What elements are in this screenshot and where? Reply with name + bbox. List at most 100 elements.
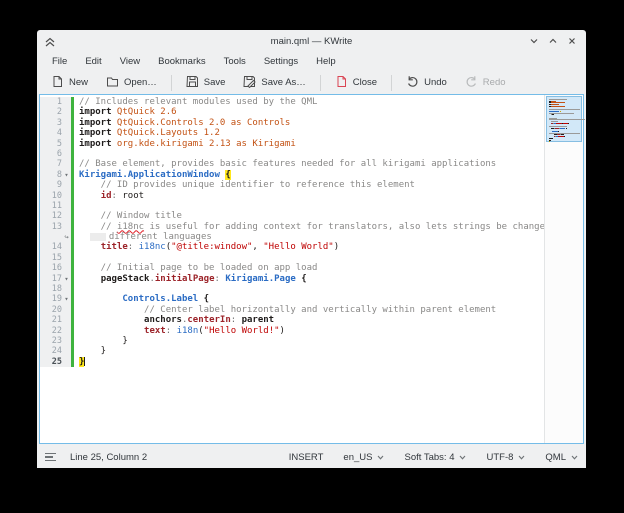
toolbar-separator xyxy=(171,75,172,91)
code-fold-icon[interactable]: ▾ xyxy=(62,294,71,304)
menu-item-view[interactable]: View xyxy=(111,54,149,69)
line-number: 6 xyxy=(40,149,62,159)
code-line[interactable]: 2import QtQuick 2.6 xyxy=(40,107,544,117)
line-number: 9 xyxy=(40,180,62,190)
code-line[interactable]: 17▾ pageStack.initialPage: Kirigami.Page… xyxy=(40,274,544,284)
line-number: 19 xyxy=(40,294,62,304)
undo-button[interactable]: Undo xyxy=(398,72,455,94)
line-number: 2 xyxy=(40,107,62,117)
dictionary-select[interactable]: en_US xyxy=(343,452,384,463)
line-number: 17 xyxy=(40,274,62,284)
code-line[interactable]: 7// Base element, provides basic feature… xyxy=(40,159,544,169)
code-line[interactable]: 21 anchors.centerIn: parent xyxy=(40,315,544,325)
window-title: main.qml — KWrite xyxy=(37,36,586,47)
code-area[interactable]: 1// Includes relevant modules used by th… xyxy=(40,95,544,443)
desktop-background: main.qml — KWrite FileEditViewBookmarksT… xyxy=(0,0,624,513)
fold-column xyxy=(62,253,71,263)
line-number: 18 xyxy=(40,284,62,294)
chevron-down-icon xyxy=(377,452,384,463)
code-line[interactable]: 14 title: i18nc("@title:window", "Hello … xyxy=(40,242,544,252)
menu-item-help[interactable]: Help xyxy=(307,54,345,69)
text-cursor xyxy=(84,357,85,366)
toolbar-button-label: Save xyxy=(204,77,226,88)
fold-column xyxy=(62,180,71,190)
code-line[interactable]: 11 xyxy=(40,201,544,211)
line-number: 4 xyxy=(40,128,62,138)
kwrite-window: main.qml — KWrite FileEditViewBookmarksT… xyxy=(37,30,586,468)
close-button[interactable]: Close xyxy=(327,72,385,94)
window-buttons xyxy=(528,35,578,47)
save-icon xyxy=(186,75,199,91)
input-mode[interactable]: INSERT xyxy=(289,452,324,463)
keep-above-icon[interactable] xyxy=(45,34,55,52)
tab-mode-select[interactable]: Soft Tabs: 4 xyxy=(404,452,466,463)
fold-column xyxy=(62,222,71,232)
code-line[interactable]: 5import org.kde.kirigami 2.13 as Kirigam… xyxy=(40,139,544,149)
editor-view[interactable]: 1// Includes relevant modules used by th… xyxy=(39,94,584,444)
minimap-visible-region[interactable] xyxy=(546,96,582,142)
line-number: 15 xyxy=(40,253,62,263)
menu-item-file[interactable]: File xyxy=(43,54,76,69)
code-line[interactable]: 18 xyxy=(40,284,544,294)
save-as-button[interactable]: Save As… xyxy=(235,72,313,94)
fold-column xyxy=(62,263,71,273)
code-line[interactable]: 9 // ID provides unique identifier to re… xyxy=(40,180,544,190)
minimap-line xyxy=(549,141,580,142)
syntax-select[interactable]: QML xyxy=(545,452,578,463)
menu-item-settings[interactable]: Settings xyxy=(255,54,307,69)
open-button[interactable]: Open… xyxy=(98,72,165,94)
scrollbar-minimap[interactable] xyxy=(544,95,583,443)
statusbar: Line 25, Column 2 INSERT en_US Soft Tabs… xyxy=(37,446,586,468)
encoding-select[interactable]: UTF-8 xyxy=(486,452,525,463)
code-line[interactable]: 13 // i18nc is useful for adding context… xyxy=(40,222,544,232)
toolview-icon[interactable] xyxy=(45,453,56,462)
minimize-button[interactable] xyxy=(528,35,540,47)
fold-column xyxy=(62,107,71,117)
code-line[interactable]: 12 // Window title xyxy=(40,211,544,221)
toolbar-button-label: New xyxy=(69,77,88,88)
code-line[interactable]: 19▾ Controls.Label { xyxy=(40,294,544,304)
new-document-icon xyxy=(51,75,64,91)
code-line[interactable]: 3import QtQuick.Controls 2.0 as Controls xyxy=(40,118,544,128)
code-line[interactable]: 15 xyxy=(40,253,544,263)
code-line[interactable]: 1// Includes relevant modules used by th… xyxy=(40,97,544,107)
fold-column xyxy=(62,315,71,325)
code-line[interactable]: 25} xyxy=(40,357,544,367)
toolbar-separator xyxy=(391,75,392,91)
code-line[interactable]: 22 text: i18n("Hello World!") xyxy=(40,326,544,336)
code-line[interactable]: 23 } xyxy=(40,336,544,346)
redo-button[interactable]: Redo xyxy=(457,72,514,94)
redo-icon xyxy=(465,75,478,91)
code-fold-icon[interactable]: ▾ xyxy=(62,274,71,284)
save-button[interactable]: Save xyxy=(178,72,234,94)
code-line[interactable]: 10 id: root xyxy=(40,191,544,201)
code-line[interactable]: 8▾Kirigami.ApplicationWindow { xyxy=(40,170,544,180)
maximize-button[interactable] xyxy=(547,35,559,47)
fold-column xyxy=(62,326,71,336)
code-fold-icon[interactable]: ▾ xyxy=(62,170,71,180)
code-line[interactable]: 20 // Center label horizontally and vert… xyxy=(40,305,544,315)
code-line[interactable]: 24 } xyxy=(40,346,544,356)
code-line[interactable]: 6 xyxy=(40,149,544,159)
toolbar-button-label: Close xyxy=(353,77,377,88)
line-number: 7 xyxy=(40,159,62,169)
fold-column xyxy=(62,128,71,138)
code-line[interactable]: ↪ different languages xyxy=(40,232,544,242)
titlebar[interactable]: main.qml — KWrite xyxy=(37,30,586,52)
code-line[interactable]: 4import QtQuick.Layouts 1.2 xyxy=(40,128,544,138)
code-line[interactable]: 16 // Initial page to be loaded on app l… xyxy=(40,263,544,273)
chevron-down-icon xyxy=(518,452,525,463)
menu-item-edit[interactable]: Edit xyxy=(76,54,110,69)
menu-item-tools[interactable]: Tools xyxy=(215,54,255,69)
menu-item-bookmarks[interactable]: Bookmarks xyxy=(149,54,215,69)
cursor-position[interactable]: Line 25, Column 2 xyxy=(70,452,147,463)
open-folder-icon xyxy=(106,75,119,91)
undo-icon xyxy=(406,75,419,91)
toolbar: New Open… Save Save As… Close UndoRedo xyxy=(37,71,586,94)
new-button[interactable]: New xyxy=(43,72,96,94)
save-as-icon xyxy=(243,75,256,91)
line-number: 8 xyxy=(40,170,62,180)
close-window-button[interactable] xyxy=(566,35,578,47)
fold-column xyxy=(62,191,71,201)
fold-column: ↪ xyxy=(62,232,71,242)
